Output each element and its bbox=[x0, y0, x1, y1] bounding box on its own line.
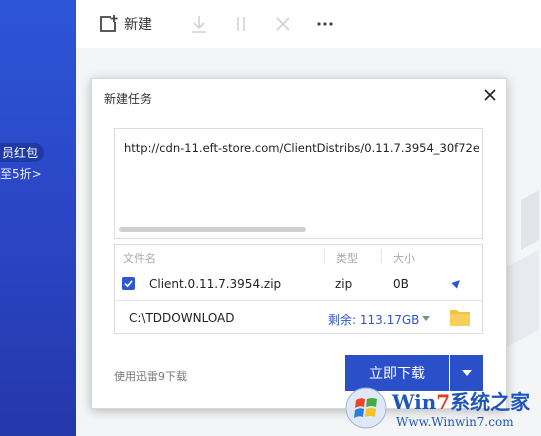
divider bbox=[115, 300, 482, 301]
file-table: 文件名 类型 大小 Client.0.11.7.3954.zip zip 0B … bbox=[114, 244, 483, 334]
site-watermark: Win7系统之家 Www.Winwin7.com bbox=[340, 382, 541, 436]
url-textarea[interactable]: http://cdn-11.eft-store.com/ClientDistri… bbox=[114, 128, 483, 239]
dialog-title: 新建任务 bbox=[104, 92, 153, 106]
horizontal-scrollbar[interactable] bbox=[119, 227, 306, 232]
new-task-label: 新建 bbox=[124, 17, 152, 33]
close-icon[interactable] bbox=[482, 87, 498, 103]
file-size: 0B bbox=[393, 277, 409, 291]
brand-win: Win bbox=[392, 390, 437, 414]
file-row[interactable]: Client.0.11.7.3954.zip zip 0B bbox=[115, 269, 482, 299]
remaining-space[interactable]: 剩余: 113.17GB bbox=[328, 311, 419, 328]
brand-seven: 7 bbox=[436, 390, 451, 414]
chevron-down-icon[interactable] bbox=[422, 316, 430, 321]
header-divider bbox=[381, 249, 382, 263]
header-name: 文件名 bbox=[123, 252, 156, 265]
check-icon bbox=[124, 280, 133, 288]
pause-icon[interactable] bbox=[230, 13, 252, 35]
new-task-button[interactable]: 新建 bbox=[98, 12, 152, 36]
windows-logo-icon bbox=[345, 387, 387, 429]
download-icon[interactable] bbox=[188, 13, 210, 35]
sidebar: 员红包 至5折> bbox=[0, 0, 76, 436]
file-checkbox[interactable] bbox=[122, 277, 135, 290]
brand-text: Win7系统之家 bbox=[392, 386, 530, 415]
chevron-down-icon bbox=[461, 370, 472, 376]
expand-triangle-icon[interactable] bbox=[451, 277, 463, 289]
toolbar: 新建 bbox=[76, 0, 541, 48]
promo-red-packet[interactable]: 员红包 bbox=[0, 143, 45, 162]
new-task-icon bbox=[100, 15, 118, 32]
url-text: http://cdn-11.eft-store.com/ClientDistri… bbox=[124, 141, 479, 155]
new-task-dialog: 新建任务 http://cdn-11.eft-store.com/ClientD… bbox=[91, 78, 507, 409]
brand-url: Www.Winwin7.com bbox=[396, 415, 514, 429]
file-name: Client.0.11.7.3954.zip bbox=[149, 277, 282, 291]
more-icon[interactable] bbox=[314, 13, 336, 35]
folder-icon[interactable] bbox=[450, 308, 470, 326]
file-type: zip bbox=[335, 277, 353, 291]
delete-icon[interactable] bbox=[272, 13, 294, 35]
use-thunder9-link[interactable]: 使用迅雷9下载 bbox=[114, 368, 187, 384]
promo-discount[interactable]: 至5折> bbox=[0, 165, 42, 182]
header-size: 大小 bbox=[393, 252, 415, 265]
header-type: 类型 bbox=[336, 252, 358, 265]
header-divider bbox=[324, 249, 325, 263]
brand-name: 系统之家 bbox=[450, 390, 531, 414]
save-path[interactable]: C:\TDDOWNLOAD bbox=[129, 311, 235, 325]
